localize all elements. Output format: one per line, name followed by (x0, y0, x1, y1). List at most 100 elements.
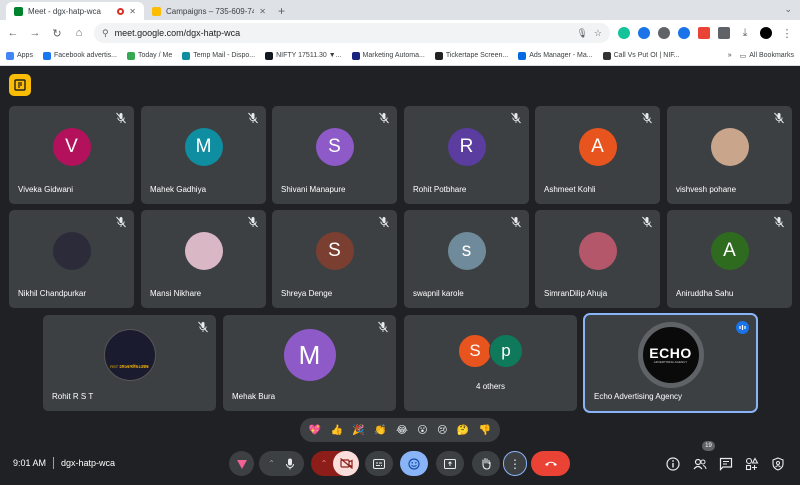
participant-tile[interactable]: vishvesh pohane (667, 106, 792, 204)
participant-tile[interactable]: A Ashmeet Kohli (535, 106, 660, 204)
camera-off-button[interactable] (333, 451, 359, 476)
mic-off-icon (248, 112, 258, 124)
tab-title: Meet - dgx-hatp-wca (28, 6, 101, 16)
host-controls-icon[interactable] (771, 457, 785, 471)
extension-icon[interactable] (678, 27, 690, 39)
participant-tile[interactable]: R Rohit Potbhare (404, 106, 529, 204)
new-tab-button[interactable]: + (278, 2, 285, 20)
avatar (52, 232, 91, 270)
download-icon[interactable]: ⤓ (738, 27, 752, 40)
people-icon[interactable] (693, 457, 707, 471)
bookmark-item[interactable]: Ads Manager - Ma... (518, 51, 593, 60)
tab-search-icon[interactable]: ⌄ (784, 4, 792, 15)
reaction-emoji-button[interactable]: 😂 (396, 425, 408, 436)
reaction-emoji-button[interactable]: 👎 (479, 425, 491, 436)
extensions-puzzle-icon[interactable] (718, 27, 730, 39)
mic-off-icon (378, 321, 388, 333)
meet-stage: V Viveka Gidwani M Mahek Gadhiya S Shivani Ma… (0, 66, 800, 485)
participant-tile[interactable]: V Viveka Gidwani (9, 106, 134, 204)
avatar: M (184, 128, 223, 166)
close-icon[interactable]: ✕ (259, 7, 266, 16)
participant-tile[interactable]: S Shreya Denge (272, 210, 397, 308)
closed-captions-icon (373, 458, 385, 469)
extension-icon[interactable] (638, 27, 650, 39)
bookmark-icon (127, 51, 135, 60)
tradingview-icon (265, 51, 274, 60)
mic-off-icon (511, 112, 521, 124)
reaction-emoji-button[interactable]: 🤔 (457, 425, 469, 436)
avatar: A (578, 128, 617, 166)
all-bookmarks-folder[interactable]: ▭ All Bookmarks (740, 52, 794, 60)
reload-icon[interactable]: ↻ (50, 27, 64, 40)
reaction-emoji-button[interactable]: 🎉 (352, 425, 364, 436)
bookmark-star-icon[interactable]: ☆ (594, 28, 602, 39)
meeting-code[interactable]: dgx-hatp-wca (61, 458, 115, 468)
others-tile[interactable]: Sp 4 others (404, 315, 577, 411)
close-icon[interactable]: ✕ (129, 7, 136, 16)
participant-tile[interactable]: s swapnil karole (404, 210, 529, 308)
forward-icon[interactable]: → (28, 27, 42, 39)
reaction-emoji-button[interactable]: 😢 (437, 425, 447, 436)
tab-campaigns[interactable]: Campaigns – 735-609-7429 ✕ (144, 2, 274, 20)
bookmark-item[interactable]: Tickertape Screen... (434, 51, 508, 60)
bookmark-item[interactable]: NIFTY 17511.30 ▼... (265, 51, 342, 60)
effects-button[interactable] (229, 451, 254, 476)
avatar (184, 232, 223, 270)
profile-avatar[interactable] (760, 27, 772, 39)
bookmark-item[interactable]: Today / Me (127, 51, 172, 60)
bookmark-item[interactable]: Temp Mail - Dispo... (182, 51, 255, 60)
menu-kebab-icon[interactable]: ⋮ (780, 27, 794, 40)
meeting-details-icon[interactable] (666, 457, 680, 471)
back-icon[interactable]: ← (6, 27, 20, 39)
avatar: A (710, 232, 749, 270)
tab-meet[interactable]: Meet - dgx-hatp-wca ✕ (6, 2, 144, 20)
mic-off-icon (198, 321, 208, 333)
bookmark-item[interactable]: Marketing Automa... (351, 51, 425, 60)
activities-shapes-icon[interactable] (745, 457, 759, 471)
participant-tile[interactable]: M Mahek Gadhiya (141, 106, 266, 204)
reaction-emoji-button[interactable]: 👍 (331, 425, 343, 436)
microphone-icon[interactable]: 🎙 (576, 28, 587, 39)
more-options-button[interactable]: ⋮ (503, 451, 527, 476)
bookmark-apps[interactable]: Apps (6, 51, 33, 60)
mic-off-icon (379, 112, 389, 124)
site-info-icon[interactable]: ⚲ (102, 28, 109, 39)
bottom-control-bar: 9:01 AM dgx-hatp-wca ⌃ ⌃ ⋮ 19 (0, 441, 800, 485)
captions-button[interactable] (365, 451, 393, 476)
chevron-up-icon[interactable]: ⌃ (321, 459, 328, 468)
leave-call-button[interactable] (531, 451, 570, 476)
mic-off-icon (116, 112, 126, 124)
address-bar[interactable]: ⚲ meet.google.com/dgx-hatp-wca 🎙 ☆ (94, 23, 610, 43)
participant-tile[interactable]: S Shivani Manapure (272, 106, 397, 204)
raise-hand-button[interactable] (472, 451, 500, 476)
microphone-toggle[interactable]: ⌃ (259, 451, 304, 476)
participant-tile[interactable]: RST 𝕴𝕹𝕿𝕰𝕽𝕬𝕮𝕿𝕴𝖁𝕰 Rohit R S T (43, 315, 216, 411)
bookmark-item[interactable]: Facebook advertis... (42, 51, 117, 60)
participant-name: Mahek Gadhiya (150, 185, 207, 194)
present-screen-button[interactable] (436, 451, 464, 476)
more-bookmarks-button[interactable]: » (728, 52, 732, 59)
bookmark-icon (182, 51, 191, 60)
meeting-tools-button[interactable] (9, 74, 31, 96)
participant-tile[interactable]: Mansi Nikhare (141, 210, 266, 308)
grammarly-extension-icon[interactable] (618, 27, 630, 39)
emoji-reactions-button[interactable] (400, 451, 428, 476)
chat-icon[interactable] (719, 457, 733, 471)
participant-tile[interactable]: ECHO ADVERTISING AGENCY Echo Advertising A… (583, 313, 758, 413)
home-icon[interactable]: ⌂ (72, 27, 86, 39)
reaction-emoji-button[interactable]: 👏 (374, 425, 386, 436)
reactions-bar: 💖 👍 🎉 👏 😂 😮 😢 🤔 👎 (300, 418, 500, 442)
participant-tile[interactable]: M Mehak Bura (223, 315, 396, 411)
extension-icon[interactable] (698, 27, 710, 39)
reaction-emoji-button[interactable]: 😮 (417, 425, 427, 436)
chevron-up-icon[interactable]: ⌃ (268, 459, 275, 468)
divider (53, 457, 54, 469)
participant-tile[interactable]: SimranDilip Ahuja (535, 210, 660, 308)
bookmark-item[interactable]: Call Vs Put OI | NIF... (602, 51, 680, 60)
participant-tile[interactable]: A Aniruddha Sahu (667, 210, 792, 308)
participant-tile[interactable]: Nikhil Chandpurkar (9, 210, 134, 308)
reaction-emoji-button[interactable]: 💖 (309, 425, 321, 436)
activities-icon (14, 79, 26, 91)
present-icon (444, 458, 456, 469)
chatgpt-extension-icon[interactable] (658, 27, 670, 39)
